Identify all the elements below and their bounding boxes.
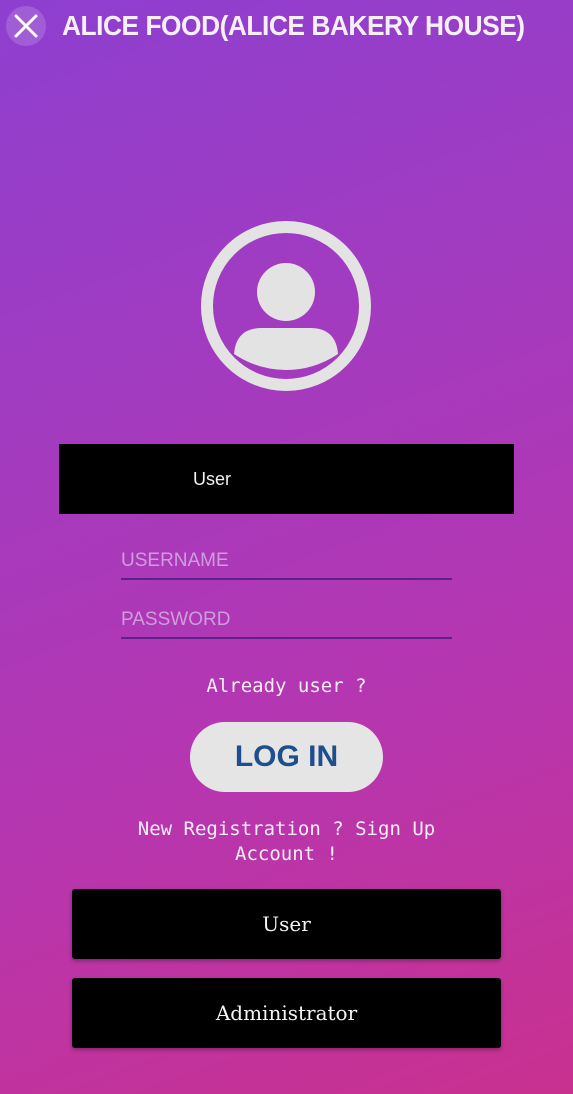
new-registration-line2: Account ! [235, 843, 338, 865]
role-label-bar: User [59, 444, 514, 514]
user-signup-button[interactable]: User [72, 889, 501, 959]
close-button[interactable] [6, 6, 46, 46]
new-registration-text: New Registration ? Sign Up Account ! [0, 817, 573, 867]
already-user-text: Already user ? [206, 675, 367, 697]
new-registration-line1: New Registration ? Sign Up [137, 818, 436, 840]
password-input[interactable] [121, 603, 452, 639]
role-label: User [193, 469, 232, 489]
administrator-signup-button[interactable]: Administrator [72, 978, 501, 1048]
close-icon [14, 14, 38, 38]
login-button[interactable]: LOG IN [190, 722, 383, 792]
app-title: ALICE FOOD(ALICE BAKERY HOUSE) [62, 10, 525, 41]
user-avatar-icon [200, 220, 372, 392]
username-input[interactable] [121, 544, 452, 580]
